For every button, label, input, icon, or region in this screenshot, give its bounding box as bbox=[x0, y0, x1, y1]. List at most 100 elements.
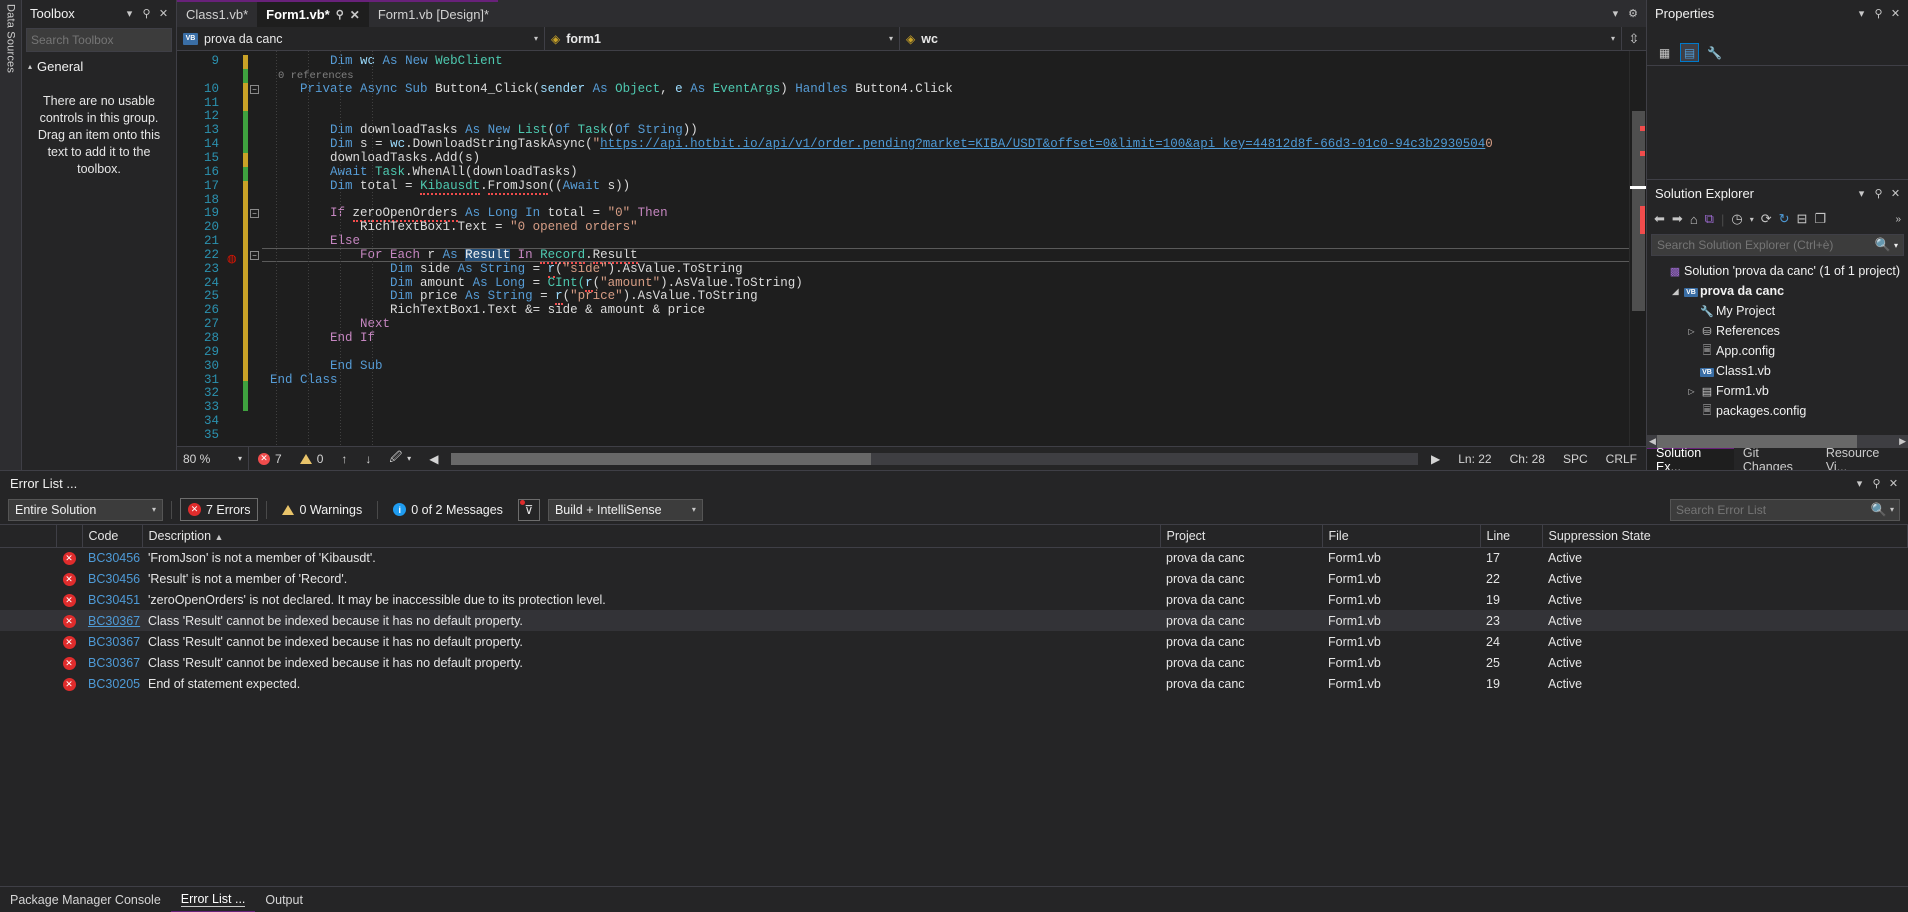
overflow-icon[interactable]: » bbox=[1895, 214, 1901, 225]
properties-close-icon[interactable]: ✕ bbox=[1887, 5, 1904, 22]
code-line[interactable] bbox=[262, 110, 270, 124]
properties-pin-icon[interactable]: ⚲ bbox=[1870, 5, 1887, 22]
tree-item[interactable]: ◢ VB prova da canc bbox=[1647, 281, 1908, 301]
error-code-link[interactable]: BC30367 bbox=[88, 614, 140, 628]
column-header-description[interactable]: Description ▲ bbox=[142, 525, 1161, 548]
code-line[interactable]: End Class bbox=[262, 373, 338, 388]
tree-item[interactable]: 🗏 App.config bbox=[1647, 341, 1908, 361]
search-icon[interactable]: 🔍 bbox=[1875, 237, 1891, 253]
table-row[interactable]: ✕ BC30367 Class 'Result' cannot be indexed… bbox=[0, 610, 1908, 631]
expander-icon[interactable]: ▷ bbox=[1685, 327, 1698, 336]
column-header-suppression-state[interactable]: Suppression State bbox=[1542, 525, 1908, 548]
code-line[interactable]: RichTextBox1.Text = "0 opened orders" bbox=[262, 220, 638, 235]
tree-item[interactable]: ▷ ▤ Form1.vb bbox=[1647, 381, 1908, 401]
messages-filter-button[interactable]: i 0 of 2 Messages bbox=[386, 498, 510, 521]
hscroll-right-button[interactable]: ▶ bbox=[1422, 452, 1449, 466]
se-pin-icon[interactable]: ⚲ bbox=[1870, 185, 1887, 202]
status-line-endings[interactable]: CRLF bbox=[1597, 452, 1646, 466]
se-close-icon[interactable]: ✕ bbox=[1887, 185, 1904, 202]
refresh-icon[interactable]: ⟳ bbox=[1761, 211, 1772, 227]
code-line[interactable]: Private Async Sub Button4_Click(sender A… bbox=[262, 82, 953, 97]
solution-explorer-tab[interactable]: Resource Vi... bbox=[1817, 446, 1908, 474]
code-line[interactable] bbox=[262, 346, 270, 360]
toolbox-chevron-down-icon[interactable]: ▾ bbox=[121, 5, 138, 22]
error-list-search-box[interactable]: 🔍 ▾ bbox=[1670, 498, 1900, 521]
fold-toggle-icon[interactable]: − bbox=[250, 209, 259, 219]
tab-list-chevron-icon[interactable]: ▾ bbox=[1613, 7, 1619, 20]
fold-toggle-icon[interactable]: − bbox=[250, 250, 259, 260]
zoom-level-control[interactable]: 80 % ▾ bbox=[177, 447, 249, 470]
chevron-down-icon[interactable]: ▾ bbox=[1890, 505, 1894, 514]
code-line[interactable]: End If bbox=[262, 331, 375, 346]
fold-toggle-icon[interactable]: − bbox=[250, 84, 259, 94]
code-line[interactable] bbox=[262, 415, 270, 429]
code-line[interactable]: Dim price As String = r("price").AsValue… bbox=[262, 289, 758, 306]
tab-form1-vb[interactable]: Form1.vb* ⚲ ✕ bbox=[257, 0, 369, 27]
solution-tree[interactable]: ▩ Solution 'prova da canc' (1 of 1 projec… bbox=[1647, 258, 1908, 435]
search-icon[interactable]: 🔍 bbox=[1871, 502, 1887, 518]
table-row[interactable]: ✕ BC30367 Class 'Result' cannot be indexed… bbox=[0, 631, 1908, 652]
pin-icon[interactable]: ⚲ bbox=[336, 8, 344, 21]
column-header-icon[interactable] bbox=[56, 525, 83, 548]
el-chevron-down-icon[interactable]: ▾ bbox=[1851, 475, 1868, 492]
next-issue-button[interactable]: ↓ bbox=[356, 452, 380, 466]
code-line[interactable]: If zeroOpenOrders As Long In total = "0"… bbox=[262, 206, 668, 223]
error-code-link[interactable]: BC30367 bbox=[88, 656, 140, 670]
code-line[interactable] bbox=[262, 194, 270, 208]
chevron-down-icon[interactable]: ▾ bbox=[152, 505, 156, 514]
close-icon[interactable]: ✕ bbox=[350, 8, 360, 22]
status-indentation[interactable]: SPC bbox=[1554, 452, 1597, 466]
tree-item[interactable]: 🔧 My Project bbox=[1647, 301, 1908, 321]
error-code-link[interactable]: BC30456 bbox=[88, 551, 140, 565]
forward-icon[interactable]: ➡ bbox=[1672, 211, 1683, 227]
table-row[interactable]: ✕ BC30456 'Result' is not a member of 'Rec… bbox=[0, 568, 1908, 589]
code-line[interactable]: Dim wc As New WebClient bbox=[262, 54, 503, 69]
data-sources-strip[interactable]: Data Sources bbox=[0, 0, 22, 470]
expander-icon[interactable]: ▴ bbox=[28, 62, 32, 71]
search-toolbox-input[interactable] bbox=[31, 33, 186, 47]
column-header-icon[interactable] bbox=[0, 525, 57, 548]
se-chevron-down-icon[interactable]: ▾ bbox=[1853, 185, 1870, 202]
back-icon[interactable]: ⬅ bbox=[1654, 211, 1665, 227]
code-cell[interactable]: BC30456 bbox=[82, 547, 142, 568]
el-close-icon[interactable]: ✕ bbox=[1885, 475, 1902, 492]
code-line[interactable]: RichTextBox1.Text &= side & amount & pri… bbox=[262, 303, 705, 318]
navbar-project-selector[interactable]: VB prova da canc ▾ bbox=[177, 27, 545, 50]
code-cell[interactable]: BC30367 bbox=[82, 610, 142, 631]
tab-form1-design[interactable]: Form1.vb [Design]* bbox=[368, 0, 499, 27]
pending-changes-icon[interactable]: ◷ bbox=[1731, 211, 1742, 227]
code-line[interactable]: Dim downloadTasks As New List(Of Task(Of… bbox=[262, 123, 698, 138]
code-line[interactable]: End Sub bbox=[262, 359, 383, 374]
solution-search-input[interactable] bbox=[1657, 238, 1875, 252]
breakpoint-icon[interactable]: ◍ bbox=[227, 250, 238, 265]
glyph-margin[interactable]: ◍ bbox=[225, 51, 243, 446]
toolbox-group-general[interactable]: ▴ General bbox=[22, 54, 176, 79]
toolbox-close-icon[interactable]: ✕ bbox=[155, 5, 172, 22]
expander-icon[interactable]: ◢ bbox=[1669, 287, 1682, 296]
solution-explorer-tab[interactable]: Solution Ex... bbox=[1647, 446, 1734, 474]
error-code-link[interactable]: BC30205 bbox=[88, 677, 140, 691]
chevron-down-icon[interactable]: ▾ bbox=[1894, 241, 1898, 250]
table-row[interactable]: ✕ BC30205 End of statement expected. prova … bbox=[0, 673, 1908, 694]
code-line[interactable]: Dim amount As Long = CInt(r("amount").As… bbox=[262, 275, 803, 292]
code-line[interactable] bbox=[262, 429, 270, 443]
solution-explorer-tab[interactable]: Git Changes bbox=[1734, 446, 1817, 474]
solution-explorer-search-box[interactable]: 🔍 ▾ bbox=[1651, 234, 1904, 256]
navbar-object-selector[interactable]: ◈ form1 ▾ bbox=[545, 27, 900, 50]
code-text-area[interactable]: Dim wc As New WebClient 0 references Priv… bbox=[262, 51, 1629, 446]
code-cell[interactable]: BC30456 bbox=[82, 568, 142, 589]
collapse-all-icon[interactable]: ⊟ bbox=[1797, 211, 1808, 227]
code-line[interactable]: Dim total = Kibausdt.FromJson((Await s)) bbox=[262, 178, 630, 195]
editor-horizontal-scrollbar[interactable] bbox=[451, 452, 1418, 465]
table-row[interactable]: ✕ BC30367 Class 'Result' cannot be indexed… bbox=[0, 652, 1908, 673]
tab-settings-gear-icon[interactable]: ⚙ bbox=[1628, 7, 1638, 20]
code-line[interactable] bbox=[262, 401, 270, 415]
code-cell[interactable]: BC30367 bbox=[82, 652, 142, 673]
chevron-down-icon[interactable]: ▾ bbox=[1611, 34, 1615, 43]
code-line[interactable] bbox=[262, 97, 270, 111]
error-list-body[interactable]: ✕ BC30456 'FromJson' is not a member of 'K… bbox=[0, 547, 1908, 694]
error-code-link[interactable]: BC30456 bbox=[88, 572, 140, 586]
expander-icon[interactable]: ▷ bbox=[1685, 387, 1698, 396]
home-icon[interactable]: ⌂ bbox=[1690, 212, 1698, 227]
chevron-down-icon[interactable]: ▾ bbox=[407, 454, 411, 463]
